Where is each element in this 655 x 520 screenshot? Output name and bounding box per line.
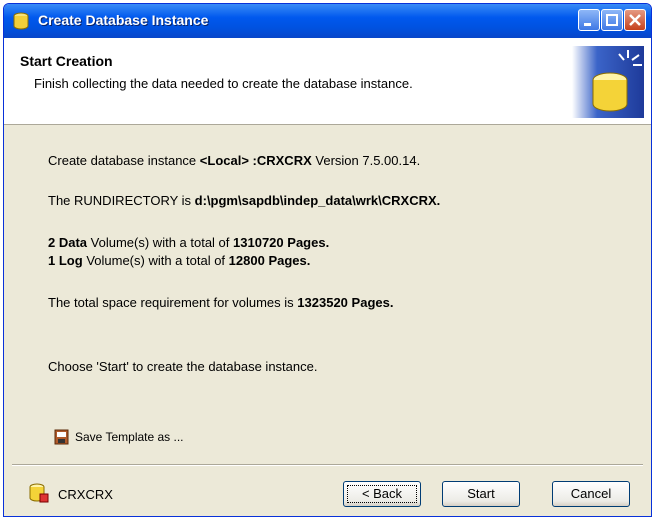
database-indicator: CRXCRX: [28, 482, 113, 507]
log-volumes-line: 1 Log Volume(s) with a total of 12800 Pa…: [48, 253, 311, 268]
instruction-line: Choose 'Start' to create the database in…: [48, 359, 318, 374]
close-button[interactable]: [624, 9, 646, 31]
save-template-icon: [54, 429, 70, 445]
save-template-label[interactable]: Save Template as ...: [75, 430, 184, 444]
footer-divider: [12, 464, 643, 466]
header-subtitle: Finish collecting the data needed to cre…: [34, 76, 413, 91]
back-button[interactable]: < Back: [343, 481, 421, 507]
title-bar[interactable]: Create Database Instance: [4, 4, 651, 38]
header-title: Start Creation: [20, 53, 113, 69]
save-template-link[interactable]: Save Template as ...: [54, 429, 184, 445]
database-icon: [13, 12, 29, 30]
dialog-window: Create Database Instance Start Creation …: [3, 3, 652, 517]
instance-line: Create database instance <Local> :CRXCRX…: [48, 153, 421, 168]
total-space-line: The total space requirement for volumes …: [48, 295, 394, 310]
focus-rect: [347, 485, 417, 503]
rundirectory-line: The RUNDIRECTORY is d:\pgm\sapdb\indep_d…: [48, 193, 441, 208]
cancel-button[interactable]: Cancel: [552, 481, 630, 507]
window-title: Create Database Instance: [38, 12, 209, 28]
minimize-button[interactable]: [578, 9, 600, 31]
database-sparkle-icon: [572, 46, 644, 118]
maximize-button[interactable]: [601, 9, 623, 31]
database-name: CRXCRX: [58, 487, 113, 502]
instance-name: <Local> :CRXCRX: [199, 153, 312, 168]
data-volumes-line: 2 Data Volume(s) with a total of 1310720…: [48, 235, 330, 250]
start-button[interactable]: Start: [442, 481, 520, 507]
rundirectory-path: d:\pgm\sapdb\indep_data\wrk\CRXCRX.: [194, 193, 441, 208]
database-lock-icon: [28, 482, 50, 507]
wizard-header: Start Creation Finish collecting the dat…: [4, 38, 651, 125]
